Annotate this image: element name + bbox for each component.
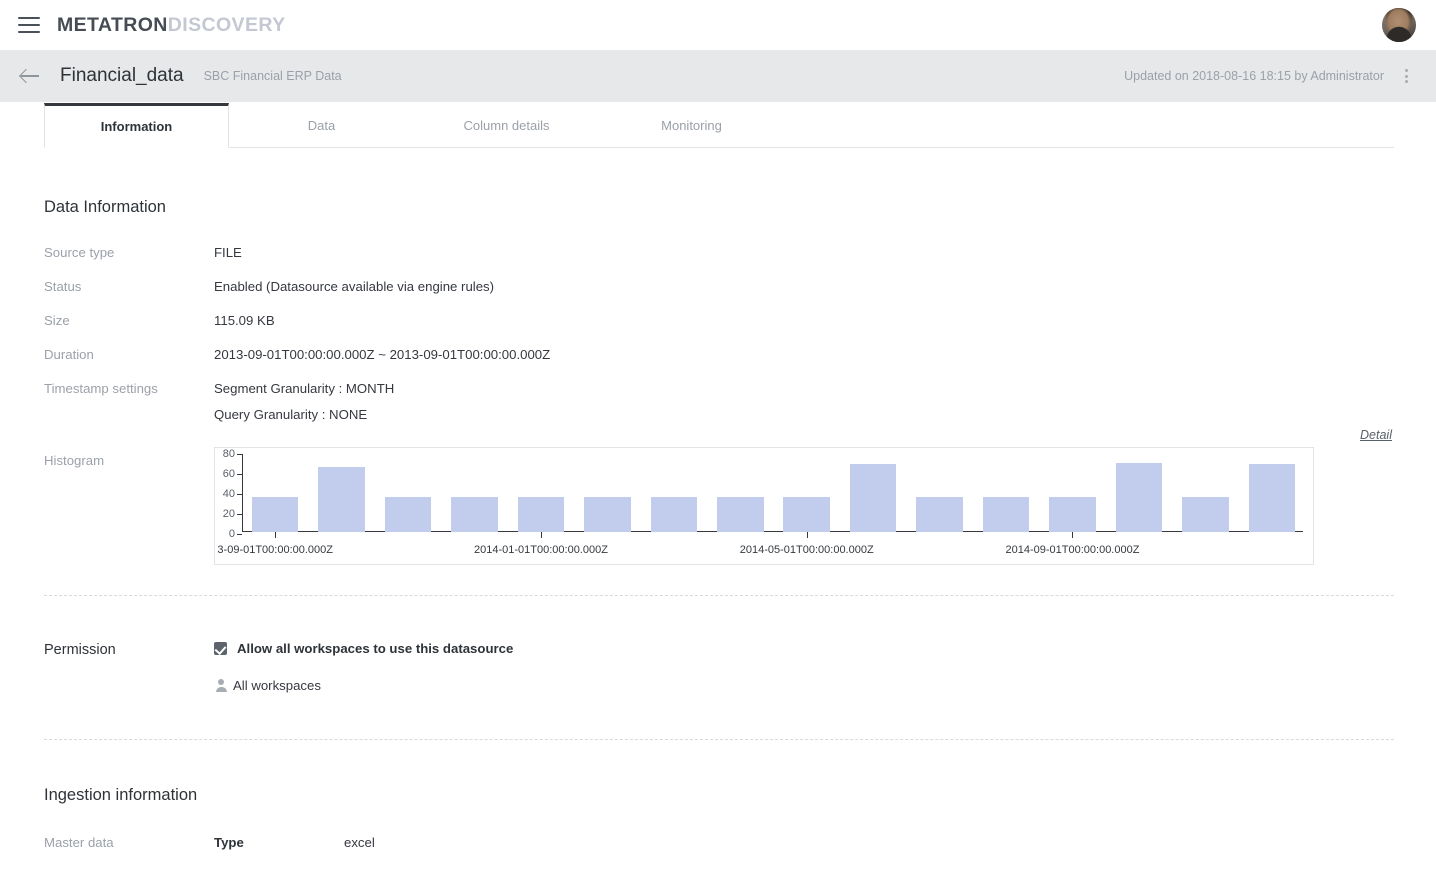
checkbox-icon[interactable]: [214, 642, 227, 655]
field-duration: Duration 2013-09-01T00:00:00.000Z ~ 2013…: [44, 345, 1394, 365]
ingestion-master-data-row: Master data Type excel: [44, 833, 1394, 853]
y-axis-tick-mark: [237, 494, 242, 495]
field-status-value: Enabled (Datasource available via engine…: [214, 279, 495, 294]
data-information-heading: Data Information: [44, 198, 166, 216]
information-panel: Data Information Source type FILE Status…: [0, 148, 1436, 853]
y-axis-line: [242, 454, 243, 532]
histogram-bar[interactable]: [1182, 497, 1229, 532]
histogram-bar[interactable]: [584, 497, 631, 532]
updated-timestamp: Updated on 2018-08-16 18:15 by Administr…: [1124, 69, 1384, 83]
tab-bar: Information Data Column details Monitori…: [0, 102, 1436, 148]
histogram-bar[interactable]: [1115, 463, 1163, 532]
x-axis-tick-label: 2014-01-01T00:00:00.000Z: [474, 544, 608, 556]
tab-monitoring[interactable]: Monitoring: [599, 103, 784, 148]
field-source-type-label: Source type: [44, 245, 115, 260]
user-avatar[interactable]: [1382, 8, 1416, 42]
histogram-bar[interactable]: [251, 497, 299, 532]
ingestion-type-key: Type: [214, 835, 244, 850]
ingestion-type-value: excel: [344, 835, 375, 850]
detail-link[interactable]: Detail: [1360, 428, 1392, 442]
field-timestamp-settings-value: Segment Granularity : MONTH Query Granul…: [214, 379, 394, 425]
x-axis-tick-mark: [275, 532, 277, 538]
y-axis-tick-mark: [237, 534, 242, 535]
datasource-sub-header: Financial_data SBC Financial ERP Data Up…: [0, 50, 1436, 102]
tab-information[interactable]: Information: [44, 103, 229, 148]
app-logo[interactable]: METATRON DISCOVERY: [57, 14, 286, 37]
histogram-bar[interactable]: [1049, 497, 1096, 532]
x-axis-tick-mark: [1072, 532, 1074, 538]
back-arrow-icon[interactable]: [18, 64, 42, 88]
tab-data-label: Data: [307, 118, 336, 133]
histogram-bar[interactable]: [849, 464, 897, 532]
allow-all-workspaces-checkbox-row[interactable]: Allow all workspaces to use this datasou…: [214, 641, 1394, 656]
histogram-bar[interactable]: [451, 497, 498, 532]
field-timestamp-settings-label: Timestamp settings: [44, 381, 158, 396]
field-timestamp-settings: Timestamp settings Segment Granularity :…: [44, 379, 1394, 425]
hamburger-icon[interactable]: [18, 17, 40, 33]
tab-monitoring-label: Monitoring: [661, 118, 722, 133]
x-axis-tick-label: 2014-05-01T00:00:00.000Z: [739, 544, 874, 556]
field-duration-label: Duration: [44, 347, 94, 362]
x-axis-tick-mark: [806, 532, 808, 538]
ingestion-information-heading: Ingestion information: [44, 786, 198, 804]
logo-primary-text: METATRON: [57, 13, 168, 36]
field-size: Size 115.09 KB: [44, 311, 1394, 331]
field-histogram-label: Histogram: [44, 453, 105, 468]
field-duration-value: 2013-09-01T00:00:00.000Z ~ 2013-09-01T00…: [214, 347, 551, 362]
y-axis-tick-label: 20: [222, 508, 235, 520]
y-axis-tick-mark: [237, 454, 242, 455]
logo-secondary-text: DISCOVERY: [167, 13, 286, 36]
page-subtitle: SBC Financial ERP Data: [203, 69, 342, 83]
person-icon: [214, 679, 227, 692]
permission-body: Allow all workspaces to use this datasou…: [214, 640, 1394, 693]
y-axis-tick-label: 60: [222, 468, 235, 480]
field-size-value: 115.09 KB: [214, 313, 275, 328]
all-workspaces-label: All workspaces: [233, 678, 321, 693]
tab-column-details[interactable]: Column details: [414, 103, 599, 148]
allow-all-workspaces-label: Allow all workspaces to use this datasou…: [237, 641, 514, 656]
permission-section: Permission Allow all workspaces to use t…: [44, 596, 1394, 693]
avatar-image: [1382, 8, 1416, 42]
y-axis-tick-label: 80: [222, 448, 235, 460]
x-axis-tick-mark: [540, 532, 542, 538]
permission-heading: Permission: [44, 642, 116, 658]
tab-information-label: Information: [100, 119, 173, 134]
histogram-bar[interactable]: [384, 497, 432, 532]
histogram-chart: 80 60 40 20 0 3-09-01T00:00:00.000Z 2014-01-01…: [214, 447, 1314, 565]
query-granularity-text: Query Granularity : NONE: [214, 407, 368, 422]
y-axis-tick-mark: [237, 474, 242, 475]
histogram-bar[interactable]: [717, 497, 764, 532]
x-axis-tick-label: 3-09-01T00:00:00.000Z: [217, 544, 334, 556]
field-histogram: Histogram Detail 80 60 40 20 0 3-09-01T00:00:…: [44, 428, 1394, 565]
histogram-bar[interactable]: [1248, 464, 1296, 532]
y-axis-tick-label: 40: [222, 488, 235, 500]
y-axis-tick-label: 0: [228, 528, 235, 540]
histogram-bar[interactable]: [982, 497, 1030, 532]
histogram-bar[interactable]: [650, 497, 698, 532]
x-axis-tick-label: 2014-09-01T00:00:00.000Z: [1005, 544, 1140, 556]
histogram-bar[interactable]: [318, 467, 365, 532]
y-axis-tick-mark: [237, 514, 242, 515]
field-source-type-value: FILE: [214, 245, 242, 260]
field-status-label: Status: [44, 279, 82, 294]
field-status: Status Enabled (Datasource available via…: [44, 277, 1394, 297]
field-source-type: Source type FILE: [44, 243, 1394, 263]
kebab-menu-icon[interactable]: [1398, 67, 1414, 85]
global-top-bar: METATRON DISCOVERY: [0, 0, 1436, 50]
histogram-bar[interactable]: [783, 497, 830, 532]
page-title: Financial_data: [60, 65, 184, 86]
histogram-bar[interactable]: [517, 497, 565, 532]
segment-granularity-text: Segment Granularity : MONTH: [214, 381, 395, 396]
all-workspaces-row: All workspaces: [214, 678, 1394, 693]
field-size-label: Size: [44, 313, 70, 328]
histogram-bar[interactable]: [916, 497, 963, 532]
histogram-plot-area: 80 60 40 20 0 3-09-01T00:00:00.000Z 2014-01-01…: [215, 448, 1313, 564]
master-data-label: Master data: [44, 835, 114, 850]
tab-column-details-label: Column details: [463, 118, 550, 133]
tab-data[interactable]: Data: [229, 103, 414, 148]
histogram-container: Detail 80 60 40 20 0 3-09-01T00:00:00.000Z 201…: [214, 428, 1394, 565]
